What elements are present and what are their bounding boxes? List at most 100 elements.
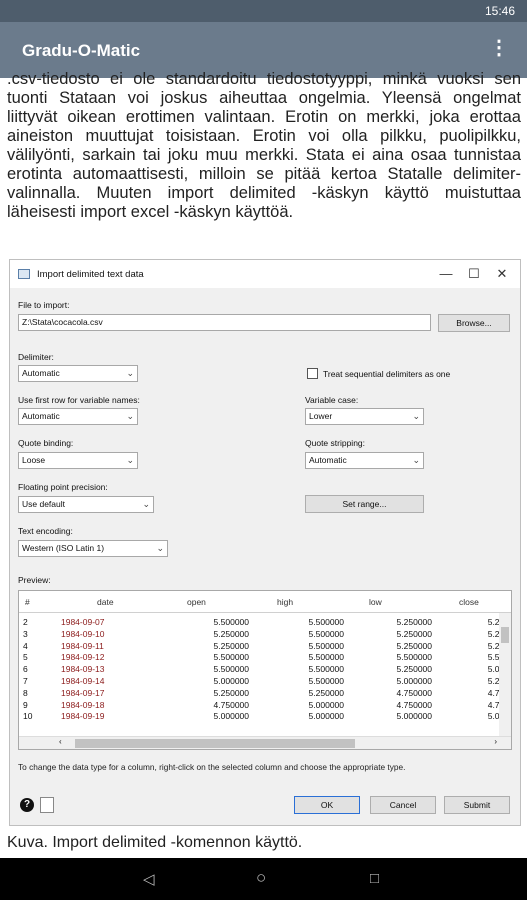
variable-case-select[interactable]: Lower ⌄ xyxy=(305,408,424,425)
dialog-body: File to import: Z:\Stata\cocacola.csv Br… xyxy=(10,288,520,825)
table-cell: 5.500000 xyxy=(396,652,432,663)
col-header-close[interactable]: close xyxy=(459,597,479,607)
quote-binding-value: Loose xyxy=(22,455,46,465)
table-cell: 5.000000 xyxy=(213,676,249,686)
copy-command-icon[interactable] xyxy=(40,797,54,813)
text-encoding-select[interactable]: Western (ISO Latin 1) ⌄ xyxy=(18,540,168,557)
table-cell: 1984-09-12 xyxy=(61,652,105,663)
variable-case-label: Variable case: xyxy=(305,395,359,405)
table-cell: 1984-09-17 xyxy=(61,687,105,698)
table-row: 91984-09-184.7500005.0000004.7500004.750 xyxy=(19,699,511,712)
table-cell: 4.750 xyxy=(419,688,509,698)
chevron-down-icon: ⌄ xyxy=(142,499,150,509)
preview-label: Preview: xyxy=(18,575,51,585)
table-cell: 1984-09-19 xyxy=(61,711,105,722)
table-row: 101984-09-195.0000005.0000005.0000005.00… xyxy=(19,711,511,723)
status-bar: 15:46 xyxy=(0,0,527,22)
cancel-button[interactable]: Cancel xyxy=(370,796,436,814)
float-precision-label: Floating point precision: xyxy=(18,482,108,492)
table-row: 71984-09-145.0000005.5000005.0000005.250 xyxy=(19,676,511,688)
delimiter-value: Automatic xyxy=(22,368,60,378)
quote-stripping-value: Automatic xyxy=(309,455,347,465)
scroll-thumb[interactable] xyxy=(75,739,355,748)
recents-icon[interactable]: □ xyxy=(370,870,379,887)
minimize-icon[interactable]: — xyxy=(434,265,458,283)
android-nav-bar: ◁ ○ □ xyxy=(0,858,527,900)
treat-sequential-checkbox[interactable] xyxy=(307,368,318,379)
quote-stripping-label: Quote stripping: xyxy=(305,438,366,448)
table-cell: 5.250000 xyxy=(213,687,249,698)
col-header-open[interactable]: open xyxy=(187,597,206,607)
dialog-titlebar: Import delimited text data — ☐ ✕ xyxy=(10,260,520,288)
delimiter-select[interactable]: Automatic ⌄ xyxy=(18,365,138,382)
float-precision-value: Use default xyxy=(22,499,65,509)
table-cell: 4.750 xyxy=(419,700,509,710)
preview-hint: To change the data type for a column, ri… xyxy=(18,762,406,772)
close-icon[interactable]: ✕ xyxy=(490,265,514,283)
float-precision-select[interactable]: Use default ⌄ xyxy=(18,496,154,513)
browse-button[interactable]: Browse... xyxy=(438,314,510,332)
overflow-menu-icon[interactable]: ⋮ xyxy=(489,38,509,58)
table-row: 51984-09-125.5000005.5000005.5000005.500 xyxy=(19,652,511,664)
table-cell: 5.250000 xyxy=(396,640,432,651)
article-paragraph: .csv-tiedosto ei ole standardoitu tiedos… xyxy=(7,70,521,221)
dialog-title: Import delimited text data xyxy=(37,269,144,280)
first-row-select[interactable]: Automatic ⌄ xyxy=(18,408,138,425)
table-cell: 4.750000 xyxy=(396,687,432,698)
maximize-icon[interactable]: ☐ xyxy=(462,265,486,283)
treat-sequential-label: Treat sequential delimiters as one xyxy=(323,369,451,379)
col-header-high[interactable]: high xyxy=(277,597,293,607)
table-cell: 5.000 xyxy=(419,711,509,721)
set-range-button[interactable]: Set range... xyxy=(305,495,424,513)
scroll-thumb[interactable] xyxy=(501,627,509,643)
quote-binding-label: Quote binding: xyxy=(18,438,74,448)
table-cell: 5.250000 xyxy=(396,617,432,627)
table-cell: 5.500000 xyxy=(213,617,249,627)
text-encoding-label: Text encoding: xyxy=(18,526,73,536)
first-row-label: Use first row for variable names: xyxy=(18,395,140,405)
table-cell: 3 xyxy=(23,628,28,639)
chevron-down-icon: ⌄ xyxy=(126,368,134,378)
preview-table[interactable]: # date open high low close 2 1984-09-07 5.… xyxy=(18,590,512,750)
help-icon[interactable]: ? xyxy=(20,798,34,812)
table-cell: 7 xyxy=(23,676,28,686)
table-cell: 5.000000 xyxy=(213,711,249,722)
table-cell: 5 xyxy=(23,652,28,663)
col-header-low[interactable]: low xyxy=(369,597,382,607)
chevron-down-icon: ⌄ xyxy=(156,543,164,553)
col-header-date[interactable]: date xyxy=(97,597,114,607)
table-cell: 2 xyxy=(23,617,28,627)
table-cell: 9 xyxy=(23,699,28,710)
scroll-right-icon[interactable]: › xyxy=(494,737,497,746)
table-row: 31984-09-105.2500005.5000005.2500005.250 xyxy=(19,628,511,641)
app-title: Gradu-O-Matic xyxy=(22,41,141,60)
variable-case-value: Lower xyxy=(309,411,333,421)
figure-caption: Kuva. Import delimited -komennon käyttö. xyxy=(7,834,303,851)
table-cell: 5.500 xyxy=(419,652,509,662)
first-row-value: Automatic xyxy=(22,411,60,421)
dialog-screenshot: Import delimited text data — ☐ ✕ File to… xyxy=(9,259,521,826)
vertical-scrollbar[interactable] xyxy=(499,613,511,738)
table-cell: 1984-09-07 xyxy=(61,617,105,627)
table-cell: 5.250000 xyxy=(396,628,432,639)
file-input[interactable]: Z:\Stata\cocacola.csv xyxy=(18,314,431,331)
table-row: 41984-09-115.2500005.5000005.2500005.250 xyxy=(19,640,511,653)
table-row: 21984-09-075.5000005.5000005.2500005.250 xyxy=(19,617,511,629)
submit-button[interactable]: Submit xyxy=(444,796,510,814)
table-cell: 8 xyxy=(23,687,28,698)
back-icon[interactable]: ◁ xyxy=(143,870,155,888)
table-cell: 5.000000 xyxy=(396,676,432,686)
quote-stripping-select[interactable]: Automatic ⌄ xyxy=(305,452,424,469)
col-header-index[interactable]: # xyxy=(25,597,30,607)
table-cell: 4 xyxy=(23,640,28,651)
scroll-left-icon[interactable]: ‹ xyxy=(59,737,62,746)
horizontal-scrollbar[interactable]: ‹ › xyxy=(19,736,511,749)
table-cell: 4.750000 xyxy=(396,699,432,710)
table-cell: 1984-09-18 xyxy=(61,699,105,710)
delimiter-label: Delimiter: xyxy=(18,352,54,362)
table-cell: 5.250 xyxy=(419,676,509,686)
preview-header: # date open high low close xyxy=(19,591,511,613)
home-icon[interactable]: ○ xyxy=(256,868,266,888)
quote-binding-select[interactable]: Loose ⌄ xyxy=(18,452,138,469)
ok-button[interactable]: OK xyxy=(294,796,360,814)
